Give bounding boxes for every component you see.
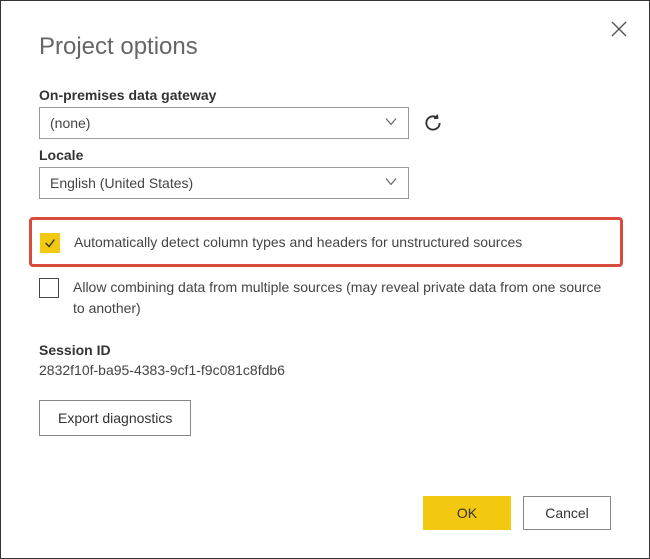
- autodetect-label: Automatically detect column types and he…: [74, 232, 612, 252]
- session-id-value: 2832f10f-ba95-4383-9cf1-f9c081c8fdb6: [39, 362, 611, 378]
- autodetect-checkbox[interactable]: [40, 233, 60, 253]
- combine-sources-checkbox[interactable]: [39, 278, 59, 298]
- gateway-refresh-button[interactable]: [423, 113, 443, 133]
- refresh-icon: [423, 113, 443, 133]
- gateway-select-value: (none): [50, 115, 90, 131]
- export-diagnostics-button[interactable]: Export diagnostics: [39, 400, 191, 436]
- ok-button[interactable]: OK: [423, 496, 511, 530]
- locale-label: Locale: [39, 147, 611, 163]
- project-options-dialog: Project options On-premises data gateway…: [5, 5, 645, 554]
- chevron-down-icon: [384, 175, 398, 192]
- ok-button-label: OK: [457, 505, 477, 521]
- chevron-down-icon: [384, 115, 398, 132]
- gateway-select[interactable]: (none): [39, 107, 409, 139]
- cancel-button-label: Cancel: [545, 505, 589, 521]
- cancel-button[interactable]: Cancel: [523, 496, 611, 530]
- close-icon: [611, 21, 627, 37]
- combine-sources-label: Allow combining data from multiple sourc…: [73, 277, 611, 318]
- locale-select-value: English (United States): [50, 175, 193, 191]
- checkmark-icon: [43, 236, 57, 250]
- gateway-label: On-premises data gateway: [39, 87, 611, 103]
- dialog-title: Project options: [39, 33, 611, 61]
- locale-select[interactable]: English (United States): [39, 167, 409, 199]
- session-id-label: Session ID: [39, 342, 611, 358]
- dialog-frame: Project options On-premises data gateway…: [0, 0, 650, 559]
- export-diagnostics-label: Export diagnostics: [58, 410, 172, 426]
- close-button[interactable]: [611, 21, 627, 40]
- highlight-autodetect: Automatically detect column types and he…: [29, 217, 623, 267]
